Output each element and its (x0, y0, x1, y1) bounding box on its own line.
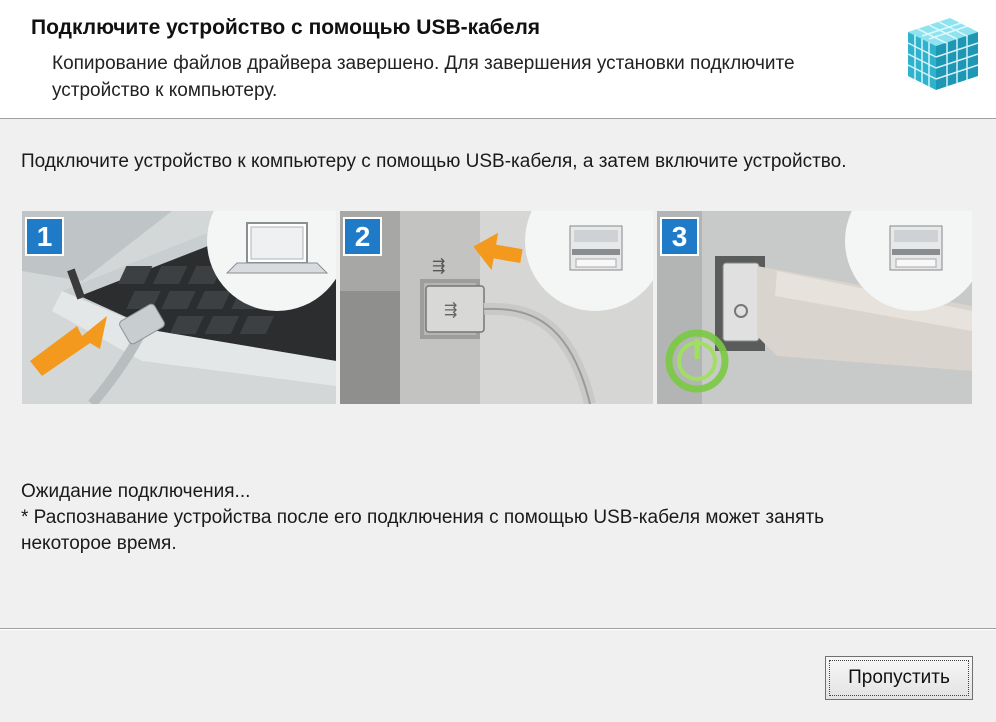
dialog-header: Подключите устройство с помощью USB-кабе… (0, 0, 996, 119)
note-text-line-2: некоторое время. (21, 533, 177, 554)
waiting-text: Ожидание подключения... (21, 481, 251, 502)
connection-status: Ожидание подключения... * Распознавание … (21, 479, 971, 557)
step-2-panel: ⇶ ⇶ 2 (340, 211, 653, 404)
step-2-badge: 2 (343, 217, 382, 256)
step-1-badge: 1 (25, 217, 64, 256)
printer-power-switch-illustration (657, 211, 972, 404)
printer-usb-port-illustration: ⇶ ⇶ (340, 211, 653, 404)
step-3-panel: 3 (657, 211, 972, 404)
skip-button[interactable]: Пропустить (825, 656, 973, 700)
instruction-text: Подключите устройство к компьютеру с пом… (21, 151, 847, 172)
step-1-panel: 1 (22, 211, 336, 404)
installer-logo-icon (907, 18, 979, 90)
note-text-line-1: * Распознавание устройства после его под… (21, 507, 825, 528)
svg-text:⇶: ⇶ (444, 300, 457, 319)
footer-divider (0, 628, 996, 630)
step-illustrations: 1 ⇶ ⇶ 2 3 (22, 211, 972, 404)
step-3-badge: 3 (660, 217, 699, 256)
laptop-usb-illustration (22, 211, 336, 404)
svg-text:⇶: ⇶ (432, 256, 445, 275)
page-subtitle: Копирование файлов драйвера завершено. Д… (52, 53, 795, 101)
page-title: Подключите устройство с помощью USB-кабе… (31, 16, 541, 39)
